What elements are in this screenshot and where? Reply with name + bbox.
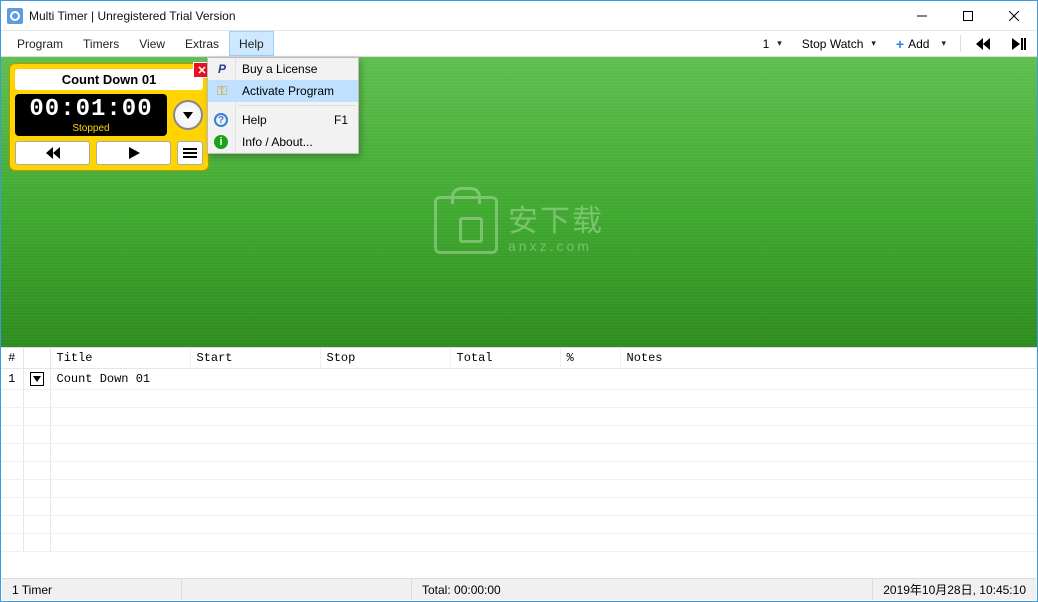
timer-count-value: 1 [763,37,770,51]
menu-timers[interactable]: Timers [73,31,129,56]
col-num[interactable]: # [1,348,23,369]
plus-icon: + [896,36,904,52]
chevron-down-icon: ▾ [871,38,876,49]
col-start[interactable]: Start [190,348,320,369]
col-total[interactable]: Total [450,348,560,369]
help-dropdown: P Buy a License ⚿ Activate Program ? Hel… [207,57,359,154]
table-row[interactable] [1,444,1037,462]
watermark: 安下载 anxz.com [434,196,604,254]
timer-play-button[interactable] [96,141,171,165]
col-stop[interactable]: Stop [320,348,450,369]
col-type[interactable] [23,348,50,369]
status-center: Total: 00:00:00 [412,579,873,600]
table-row[interactable] [1,534,1037,552]
hamburger-icon [183,146,197,160]
statusbar: 1 Timer Total: 00:00:00 2019年10月28日, 10:… [2,578,1036,600]
timer-menu-button[interactable] [177,141,203,165]
table-row[interactable] [1,462,1037,480]
col-notes[interactable]: Notes [620,348,1037,369]
workspace: 安下载 anxz.com ✕ Count Down 01 00:01:00 St… [1,57,1037,347]
help-activate-label: Activate Program [242,84,334,98]
help-icon: ? [214,113,228,127]
timer-mode-value: Stop Watch [802,37,864,51]
help-buy-label: Buy a License [242,62,317,76]
maximize-button[interactable] [945,1,991,31]
menu-program[interactable]: Program [7,31,73,56]
help-help-label: Help [242,113,267,127]
table-row[interactable] [1,516,1037,534]
menu-separator [238,105,356,106]
table-row[interactable] [1,390,1037,408]
key-icon: ⚿ [214,83,230,99]
help-about-label: Info / About... [242,135,313,149]
add-button[interactable]: + Add ▾ [886,31,956,56]
rewind-button[interactable] [965,31,1001,56]
watermark-line1: 安下载 [508,196,604,240]
timer-mode-field[interactable]: Stop Watch ▾ [792,31,886,56]
col-title[interactable]: Title [50,348,190,369]
chevron-down-icon: ▾ [777,38,782,49]
timer-count-field[interactable]: 1▾ [753,31,792,56]
paypal-icon: P [214,61,230,77]
col-pct[interactable]: % [560,348,620,369]
timer-rewind-button[interactable] [15,141,90,165]
timer-title[interactable]: Count Down 01 [15,69,203,90]
play-pause-button[interactable] [1001,31,1037,56]
info-icon: i [214,135,228,149]
table-row[interactable]: 1 Count Down 01 [1,369,1037,390]
countdown-icon [30,372,44,386]
help-activate-program[interactable]: ⚿ Activate Program [208,80,358,102]
table-row[interactable] [1,498,1037,516]
titlebar: Multi Timer | Unregistered Trial Version [1,1,1037,31]
timer-time: 00:01:00 [15,98,167,122]
menu-help[interactable]: Help [229,31,274,56]
timer-dropdown-button[interactable] [173,100,203,130]
close-button[interactable] [991,1,1037,31]
status-right: 2019年10月28日, 10:45:10 [873,579,1036,600]
help-buy-license[interactable]: P Buy a License [208,58,358,80]
app-icon [7,8,23,24]
grid-header-row: # Title Start Stop Total % Notes [1,348,1037,369]
add-label: Add [908,37,929,51]
table-row[interactable] [1,408,1037,426]
help-about[interactable]: i Info / About... [208,131,358,153]
watermark-line2: anxz.com [508,238,604,254]
help-shortcut: F1 [334,113,348,127]
help-help[interactable]: ? Help F1 [208,109,358,131]
window-title: Multi Timer | Unregistered Trial Version [29,9,236,23]
menubar: Program Timers View Extras Help 1▾ Stop … [1,31,1037,57]
minimize-button[interactable] [899,1,945,31]
menu-view[interactable]: View [129,31,175,56]
timer-status: Stopped [15,123,167,134]
timer-grid[interactable]: # Title Start Stop Total % Notes 1 Count… [1,347,1037,577]
toolbar-separator [960,35,961,52]
status-left: 1 Timer [2,579,182,600]
table-row[interactable] [1,426,1037,444]
bag-icon [434,196,498,254]
table-row[interactable] [1,480,1037,498]
timer-display: 00:01:00 Stopped [15,94,167,136]
chevron-down-icon: ▾ [941,38,946,49]
timer-widget[interactable]: ✕ Count Down 01 00:01:00 Stopped [9,63,209,171]
menu-extras[interactable]: Extras [175,31,229,56]
status-blank1 [182,579,412,600]
